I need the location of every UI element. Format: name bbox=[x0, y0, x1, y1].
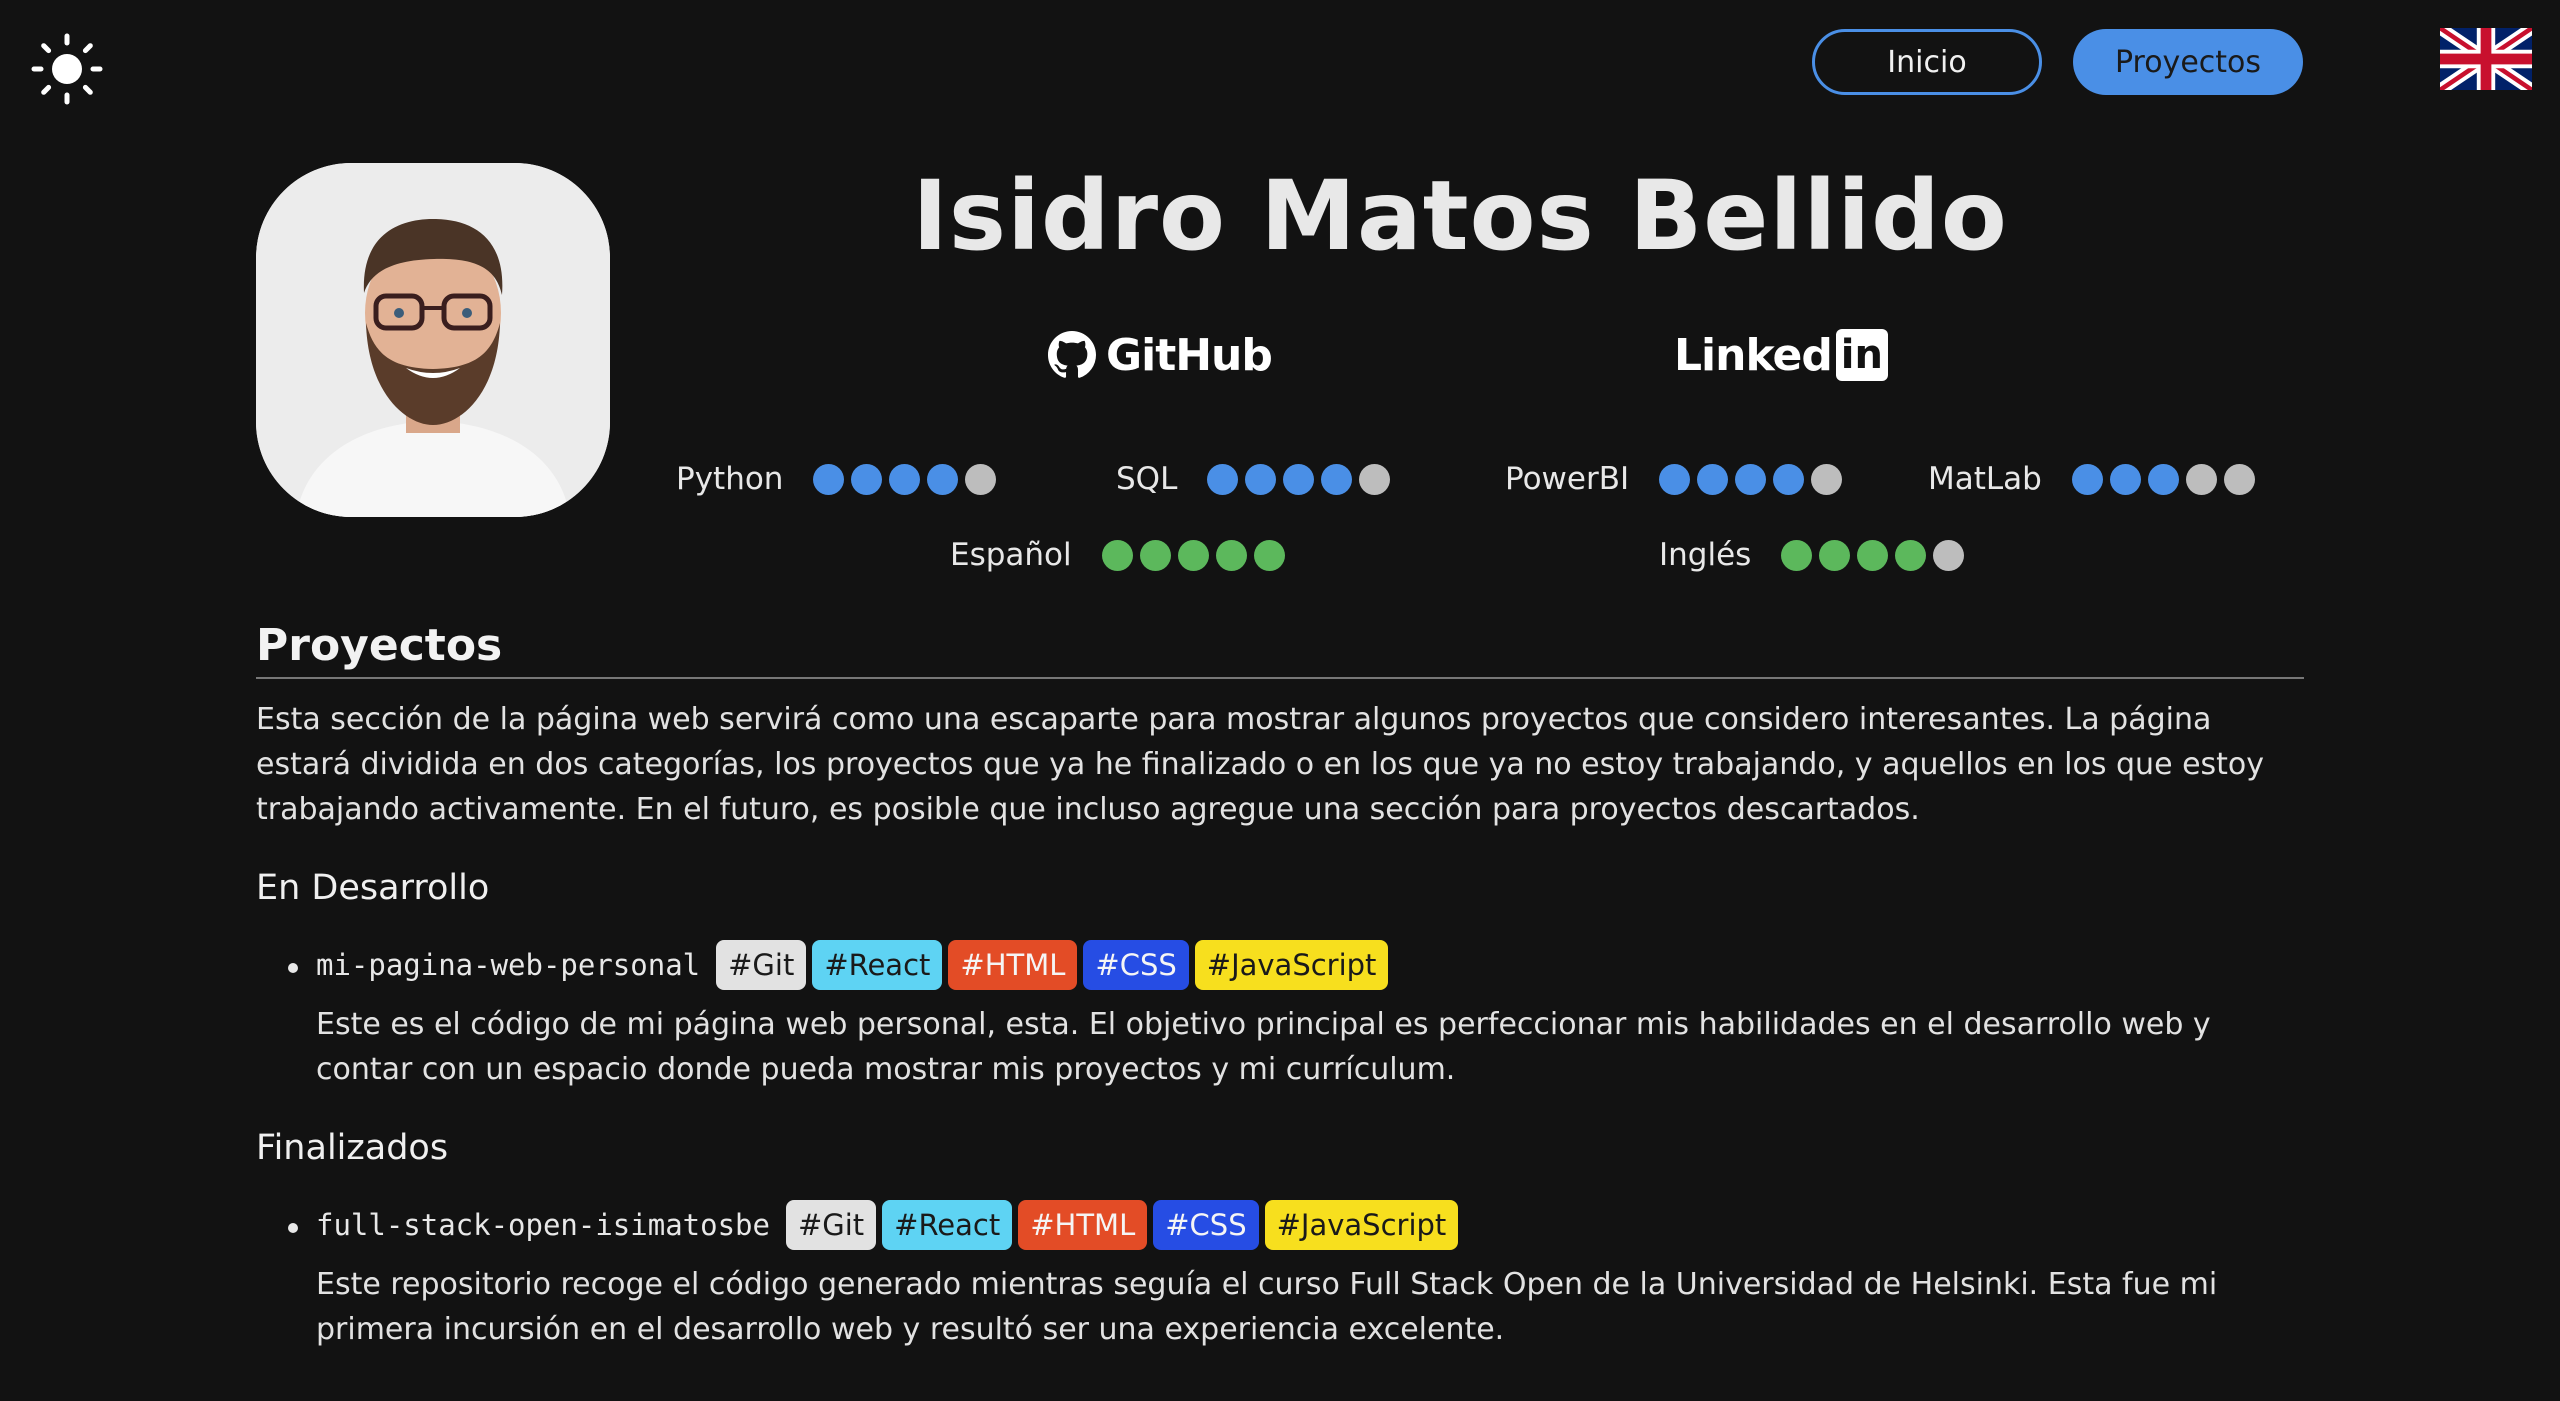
project-name-link[interactable]: mi-pagina-web-personal bbox=[316, 948, 700, 982]
rating-dot bbox=[2071, 463, 2103, 495]
rating-dot bbox=[2147, 463, 2179, 495]
language-label: Inglés bbox=[1659, 537, 1752, 573]
rating-dot bbox=[889, 463, 921, 495]
rating-dot bbox=[1659, 463, 1691, 495]
profile-photo bbox=[256, 163, 610, 517]
list-item: mi-pagina-web-personal #Git #React #HTML… bbox=[288, 940, 2304, 1092]
tag-css: #CSS bbox=[1083, 940, 1189, 990]
rating-dot bbox=[1101, 539, 1133, 571]
github-link[interactable]: GitHub bbox=[1048, 320, 1273, 390]
finished-title: Finalizados bbox=[256, 1128, 449, 1168]
skill-rating bbox=[1659, 463, 1843, 495]
rating-dot bbox=[1773, 463, 1805, 495]
project-description: Este repositorio recoge el código genera… bbox=[316, 1267, 2218, 1347]
skill-label: MatLab bbox=[1928, 461, 2042, 497]
uk-flag-icon bbox=[2436, 22, 2536, 96]
rating-dot bbox=[1933, 539, 1965, 571]
rating-dot bbox=[851, 463, 883, 495]
skill-python: Python bbox=[676, 456, 997, 502]
github-icon bbox=[1048, 331, 1096, 378]
list-item: full-stack-open-isimatosbe #Git #React #… bbox=[288, 1200, 2304, 1352]
rating-dot bbox=[1819, 539, 1851, 571]
rating-dot bbox=[1895, 539, 1927, 571]
rating-dot bbox=[1857, 539, 1889, 571]
skill-label: Python bbox=[676, 461, 784, 497]
rating-dot bbox=[1207, 463, 1239, 495]
rating-dot bbox=[1697, 463, 1729, 495]
rating-dot bbox=[1359, 463, 1391, 495]
project-header: full-stack-open-isimatosbe #Git #React #… bbox=[316, 1200, 2304, 1250]
skill-powerbi: PowerBI bbox=[1505, 456, 1843, 502]
tag-git: #Git bbox=[716, 940, 807, 990]
language-ingles: Inglés bbox=[1659, 532, 1965, 578]
rating-dot bbox=[2109, 463, 2141, 495]
tag-react: #React bbox=[812, 940, 943, 990]
rating-dot bbox=[1139, 539, 1171, 571]
github-label: GitHub bbox=[1106, 329, 1273, 381]
skill-label: PowerBI bbox=[1505, 461, 1630, 497]
theme-toggle-button[interactable] bbox=[30, 32, 104, 106]
skill-rating bbox=[813, 463, 997, 495]
rating-dot bbox=[1253, 539, 1285, 571]
profile-avatar bbox=[256, 163, 610, 517]
tag-javascript: #JavaScript bbox=[1194, 940, 1389, 990]
tag-react: #React bbox=[882, 1200, 1013, 1250]
language-rating bbox=[1101, 539, 1285, 571]
rating-dot bbox=[2223, 463, 2255, 495]
language-rating bbox=[1781, 539, 1965, 571]
rating-dot bbox=[2185, 463, 2217, 495]
rating-dot bbox=[1781, 539, 1813, 571]
project-name-link[interactable]: full-stack-open-isimatosbe bbox=[316, 1208, 770, 1242]
nav-inicio-button[interactable]: Inicio bbox=[1812, 29, 2042, 95]
section-title: Proyectos bbox=[256, 620, 2304, 679]
rating-dot bbox=[1735, 463, 1767, 495]
tag-css: #CSS bbox=[1153, 1200, 1259, 1250]
rating-dot bbox=[1177, 539, 1209, 571]
rating-dot bbox=[1215, 539, 1247, 571]
language-espanol: Español bbox=[950, 532, 1285, 578]
main-nav: Inicio Proyectos bbox=[1812, 29, 2303, 95]
rating-dot bbox=[965, 463, 997, 495]
tag-git: #Git bbox=[785, 1200, 877, 1250]
tag-javascript: #JavaScript bbox=[1264, 1200, 1459, 1250]
nav-proyectos-button[interactable]: Proyectos bbox=[2073, 29, 2303, 95]
profile-name: Isidro Matos Bellido bbox=[912, 160, 2008, 272]
sun-icon bbox=[31, 33, 103, 105]
rating-dot bbox=[1245, 463, 1277, 495]
project-header: mi-pagina-web-personal #Git #React #HTML… bbox=[316, 940, 2304, 990]
project-description: Este es el código de mi página web perso… bbox=[316, 1007, 2211, 1087]
rating-dot bbox=[1811, 463, 1843, 495]
skill-rating bbox=[2071, 463, 2255, 495]
linkedin-label: Linked bbox=[1674, 329, 1833, 381]
section-intro: Esta sección de la página web servirá co… bbox=[256, 702, 2265, 827]
in-progress-list: mi-pagina-web-personal #Git #React #HTML… bbox=[256, 940, 2304, 1092]
rating-dot bbox=[813, 463, 845, 495]
skill-rating bbox=[1207, 463, 1391, 495]
in-progress-title: En Desarrollo bbox=[256, 868, 490, 908]
projects-section: Proyectos Esta sección de la página web … bbox=[256, 620, 2304, 1352]
linkedin-icon: in bbox=[1835, 329, 1888, 381]
finished-list: full-stack-open-isimatosbe #Git #React #… bbox=[256, 1200, 2304, 1352]
language-label: Español bbox=[950, 537, 1072, 573]
skill-sql: SQL bbox=[1116, 456, 1391, 502]
linkedin-link[interactable]: Linked in bbox=[1674, 320, 1888, 390]
skill-matlab: MatLab bbox=[1928, 456, 2255, 502]
tag-html: #HTML bbox=[948, 940, 1078, 990]
rating-dot bbox=[927, 463, 959, 495]
tag-html: #HTML bbox=[1018, 1200, 1148, 1250]
rating-dot bbox=[1321, 463, 1353, 495]
language-switch-button[interactable] bbox=[2436, 22, 2536, 96]
rating-dot bbox=[1283, 463, 1315, 495]
skill-label: SQL bbox=[1116, 461, 1178, 497]
